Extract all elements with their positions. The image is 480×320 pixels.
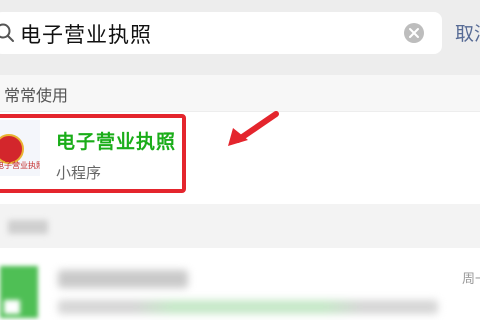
list-item[interactable]: 周一 [0, 248, 480, 320]
blurred-thumbnail [0, 266, 38, 318]
highlight-box [0, 114, 186, 193]
item-time: 周一 [462, 272, 480, 287]
blurred-title [58, 270, 188, 288]
blurred-results: 周一 [0, 204, 480, 320]
cancel-button[interactable]: 取消 [455, 19, 480, 46]
thumbnail-detail [4, 300, 20, 314]
search-bar[interactable]: 电子营业执照 [0, 12, 442, 54]
blurred-snippet [58, 300, 438, 314]
blurred-section-header [0, 204, 480, 248]
section-title: 常常使用 [4, 86, 69, 105]
clear-icon[interactable] [403, 22, 425, 44]
section-header: 常常使用 [0, 75, 480, 111]
search-input[interactable]: 电子营业执照 [20, 19, 152, 49]
search-icon [0, 23, 14, 42]
arrow-icon [228, 111, 279, 146]
blurred-header-text [8, 220, 48, 234]
